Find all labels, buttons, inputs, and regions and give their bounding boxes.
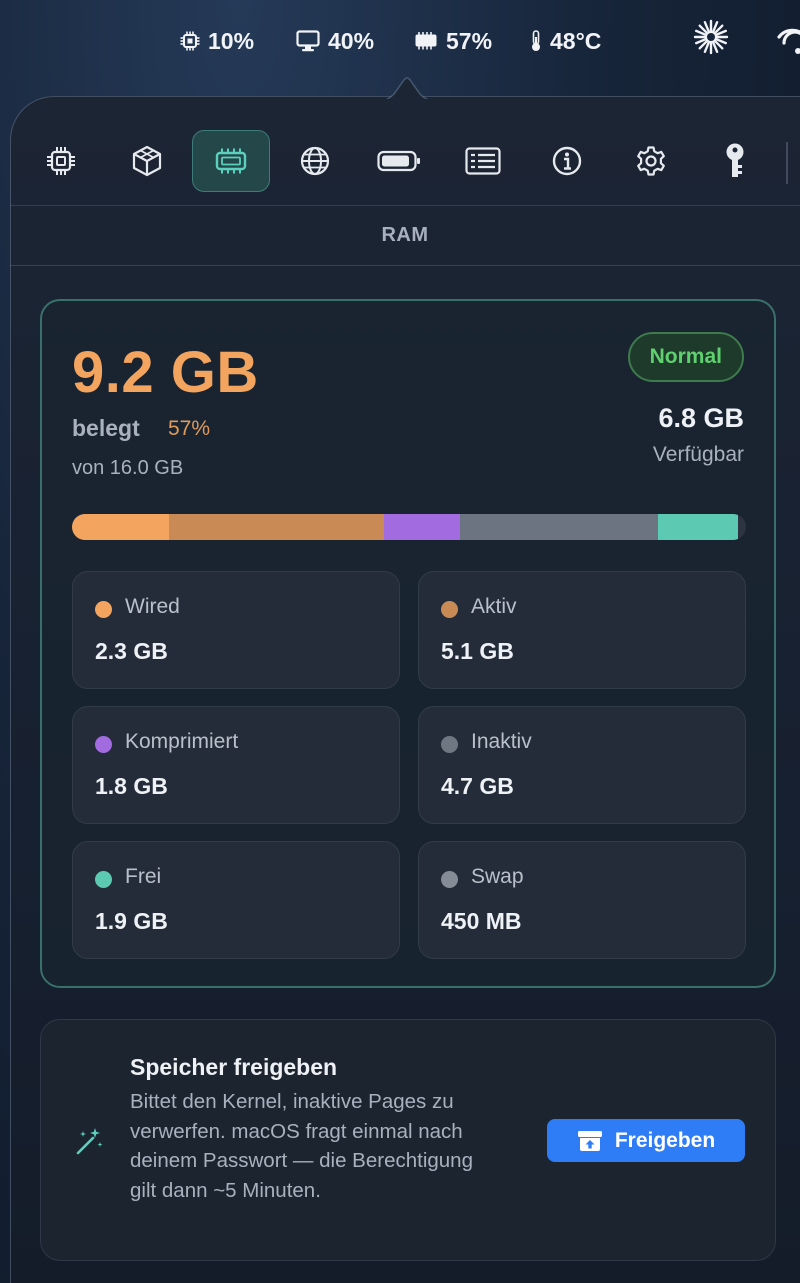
legend-dot (95, 601, 112, 618)
tab-network[interactable] (276, 130, 354, 192)
tab-bar (10, 116, 800, 206)
ram-used-value: 9.2 GB (72, 340, 259, 405)
bar-segment-frei (657, 514, 738, 540)
tile-label: Wired (125, 595, 180, 618)
menubar-ram[interactable]: 57% (414, 26, 492, 56)
tab-ram[interactable] (192, 130, 270, 192)
status-badge: Normal (627, 332, 744, 382)
free-memory-card: Speicher freigeben Bittet den Kernel, in… (40, 1019, 776, 1261)
key-icon (726, 143, 744, 177)
cube-icon (132, 145, 162, 177)
menubar-cpu[interactable]: 10% (180, 26, 254, 56)
ram-total: von 16.0 GB (72, 457, 184, 479)
menubar-burst[interactable] (692, 19, 730, 55)
release-button-label: Freigeben (614, 1128, 716, 1152)
tab-processes[interactable] (444, 130, 522, 192)
ram-summary-card: 9.2 GB belegt 57% von 16.0 GB Normal 6.8… (40, 299, 776, 988)
free-memory-title: Speicher freigeben (130, 1054, 338, 1080)
ram-available-value: 6.8 GB (658, 403, 744, 433)
display-icon (296, 30, 320, 52)
release-memory-button[interactable]: Freigeben (547, 1119, 745, 1162)
tab-cpu[interactable] (22, 130, 100, 192)
tile-frei: Frei 1.9 GB (72, 841, 400, 959)
tab-gpu[interactable] (108, 130, 186, 192)
cpu-chip-icon (180, 31, 200, 51)
info-icon (552, 146, 582, 176)
gear-icon (637, 146, 665, 176)
free-memory-description: Bittet den Kernel, inaktive Pages zu ver… (130, 1090, 473, 1202)
globe-icon (300, 146, 330, 176)
section-title: RAM (10, 206, 800, 266)
archive-upload-icon (577, 1130, 602, 1151)
menubar-ram-value: 57% (446, 27, 493, 54)
tile-value: 2.3 GB (95, 638, 168, 664)
menubar-cpu-value: 10% (208, 27, 255, 54)
ram-available-label: Verfügbar (652, 443, 744, 466)
tile-label: Frei (125, 865, 162, 888)
tile-label: Inaktiv (471, 730, 532, 753)
menubar-display-value: 40% (328, 27, 375, 54)
tile-komprimiert: Komprimiert 1.8 GB (72, 706, 400, 824)
menu-bar: 10% 40% 57% 48°C (0, 0, 800, 82)
battery-icon (377, 150, 420, 172)
memory-usage-bar (72, 514, 746, 540)
menubar-temperature[interactable]: 48°C (530, 26, 601, 56)
tab-divider (786, 142, 788, 184)
tile-value: 4.7 GB (441, 773, 514, 799)
memory-chip-icon (415, 32, 437, 50)
ram-used-label: belegt (72, 415, 140, 441)
tab-info[interactable] (528, 130, 606, 192)
legend-dot (441, 601, 458, 618)
legend-dot (95, 871, 112, 888)
tile-label: Aktiv (471, 595, 517, 618)
tile-value: 450 MB (441, 908, 522, 934)
magic-wand-icon (76, 1128, 103, 1155)
tile-label: Komprimiert (125, 730, 239, 753)
tab-key[interactable] (696, 130, 774, 192)
popover-caret (376, 72, 438, 102)
legend-dot (441, 871, 458, 888)
burst-icon (693, 19, 729, 55)
tile-aktiv: Aktiv 5.1 GB (418, 571, 746, 689)
tile-value: 1.9 GB (95, 908, 168, 934)
thermometer-icon (532, 30, 540, 51)
menubar-display[interactable]: 40% (296, 26, 374, 56)
ram-used-percent: 57% (168, 417, 211, 440)
tile-value: 5.1 GB (441, 638, 514, 664)
bar-segment-aktiv (168, 514, 384, 540)
wifi-icon (777, 28, 800, 54)
tile-wired: Wired 2.3 GB (72, 571, 400, 689)
bar-segment-inaktiv (459, 514, 658, 540)
cpu-chip-icon (47, 147, 75, 175)
bar-segment-komprimiert (383, 514, 460, 540)
tab-battery[interactable] (360, 130, 438, 192)
legend-dot (441, 736, 458, 753)
menubar-wifi[interactable] (776, 26, 800, 56)
tile-inaktiv: Inaktiv 4.7 GB (418, 706, 746, 824)
list-window-icon (465, 147, 501, 175)
tile-value: 1.8 GB (95, 773, 168, 799)
tile-swap: Swap 450 MB (418, 841, 746, 959)
tab-settings[interactable] (612, 130, 690, 192)
tile-label: Swap (471, 865, 524, 888)
memory-chip-icon (215, 148, 247, 174)
legend-dot (95, 736, 112, 753)
menubar-temp-value: 48°C (550, 27, 602, 54)
bar-segment-wired (72, 514, 169, 540)
